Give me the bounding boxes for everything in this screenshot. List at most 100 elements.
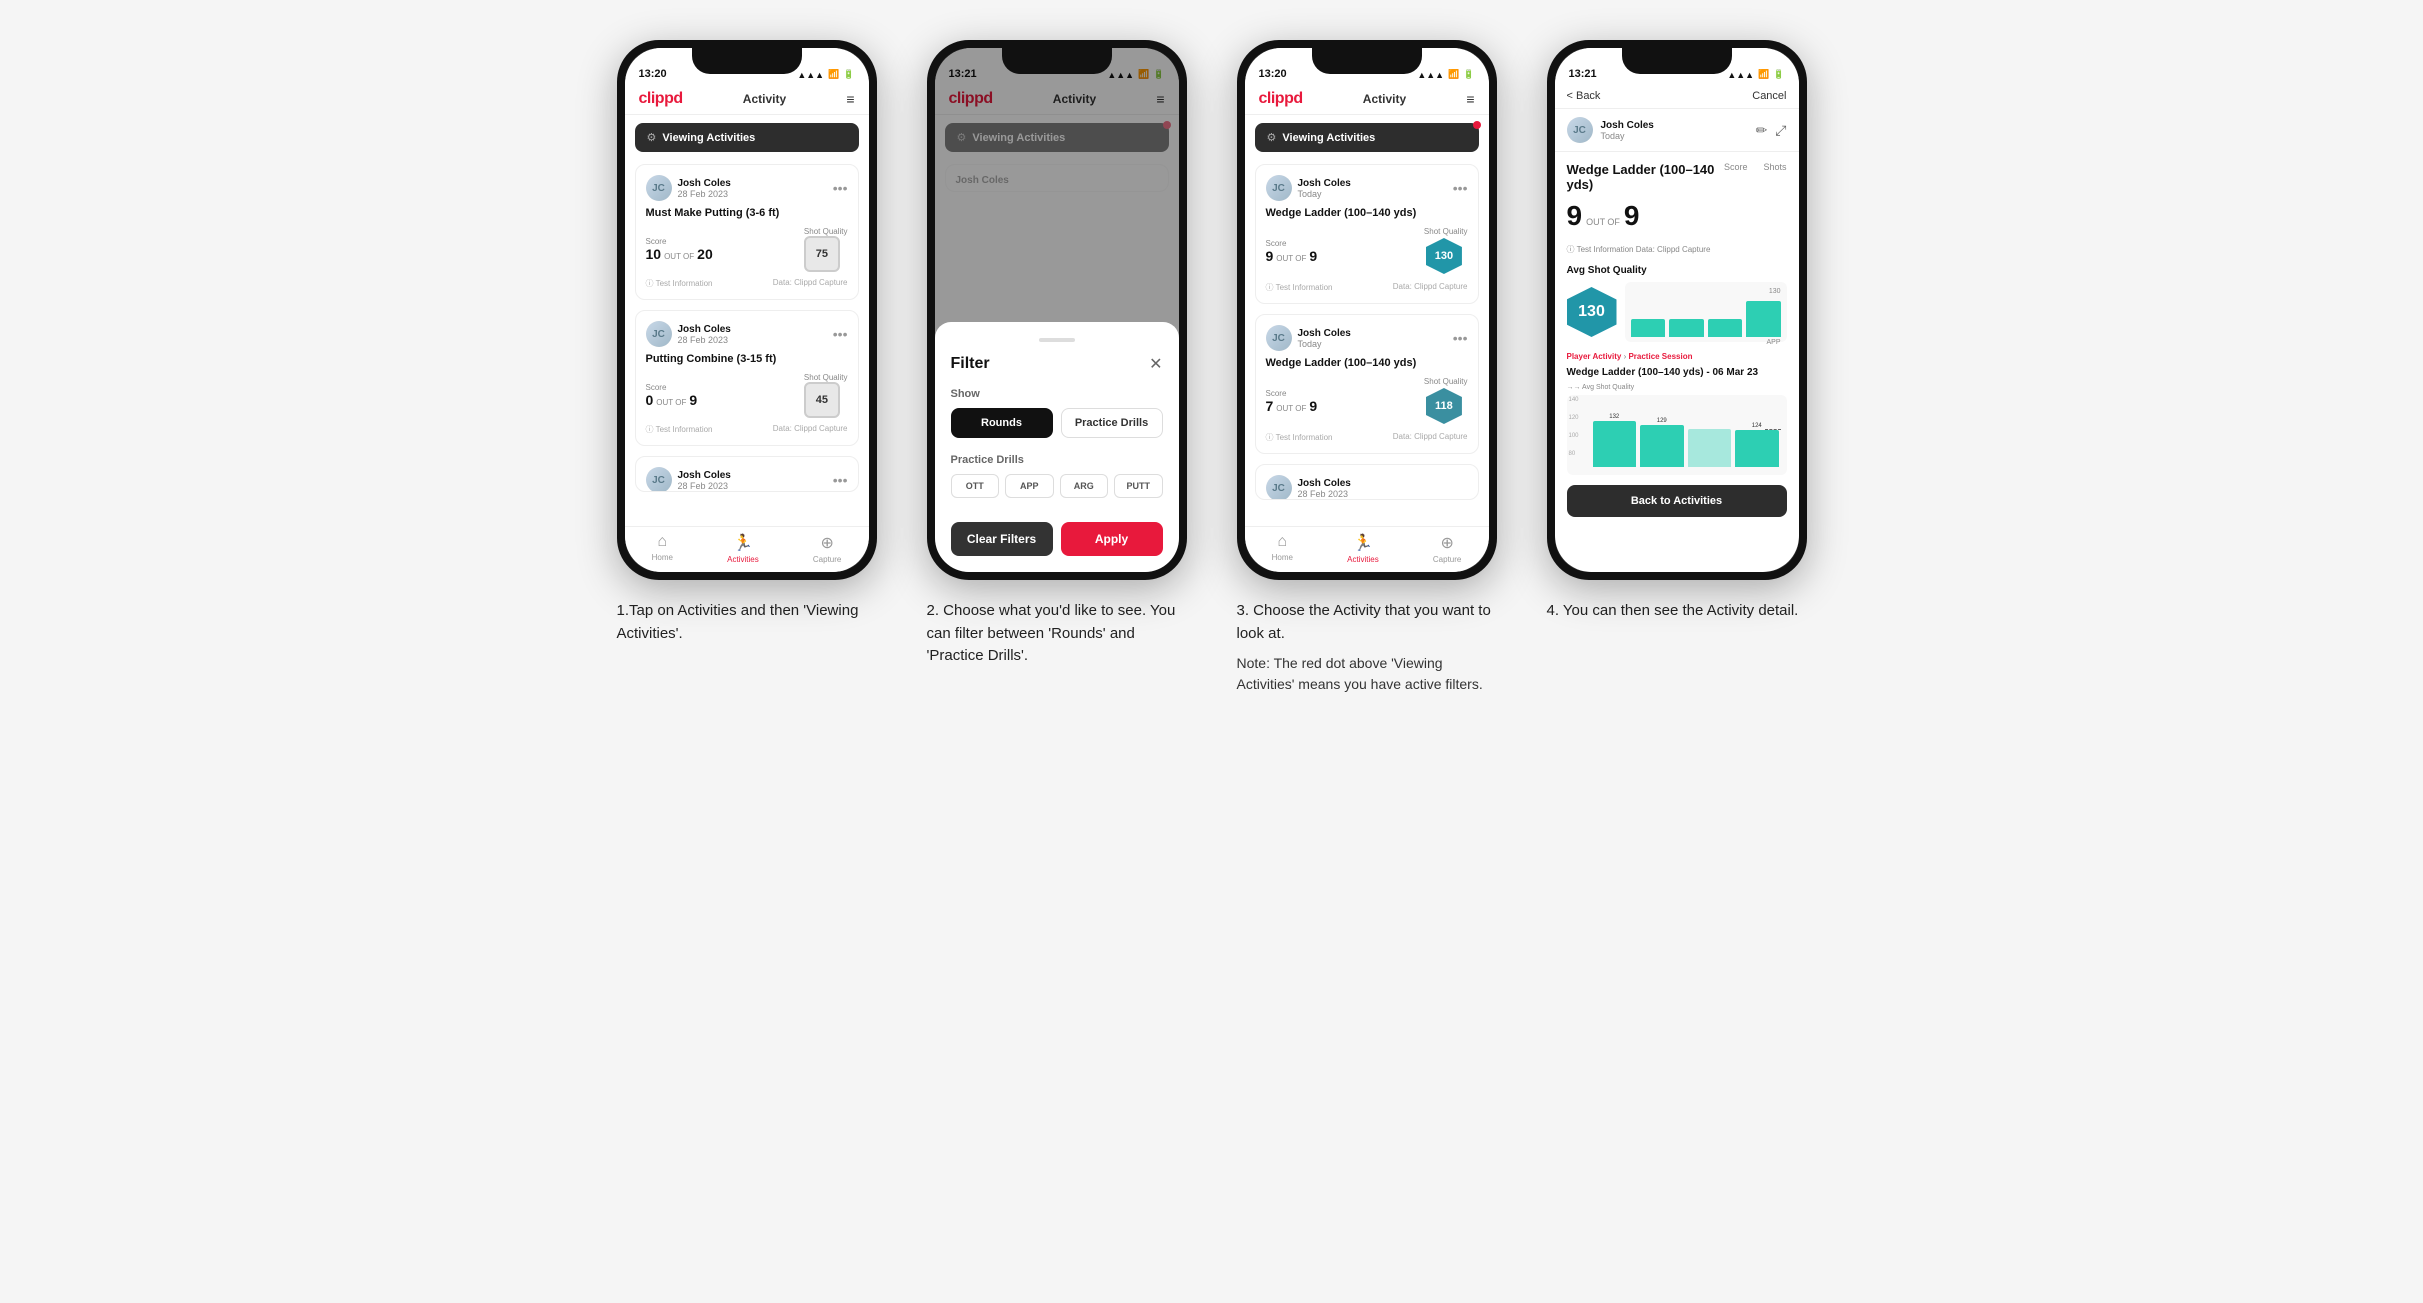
phone4-back-to-activities[interactable]: Back to Activities [1567, 485, 1787, 517]
phone4-detail-header: < Back Cancel [1555, 84, 1799, 109]
phone4-chart-bars [1631, 297, 1781, 337]
phone3-bottom-nav: ⌂ Home 🏃 Activities ⊕ Capture [1245, 526, 1489, 572]
phone1-card-1[interactable]: JC Josh Coles 28 Feb 2023 ••• Must Make … [635, 164, 859, 300]
phone2-drill-arg[interactable]: ARG [1060, 474, 1109, 498]
phone4-expand-icon[interactable]: ⤢ [1775, 122, 1786, 139]
phone4-screen: 13:21 ▲▲▲ 📶 🔋 < Back Cancel JC [1555, 48, 1799, 572]
phone1-card1-score-group: Score 10 OUT OF 20 [646, 237, 713, 262]
phone2-practice-drills-label: Practice Drills [951, 454, 1163, 466]
capture-icon: ⊕ [820, 533, 833, 553]
phone2-modal-sheet: Filter ✕ Show Rounds Practice Drills Pra… [935, 322, 1179, 572]
home-icon: ⌂ [657, 533, 667, 551]
phone1-nav-activities[interactable]: 🏃 Activities [727, 533, 759, 564]
phone1-header-title: Activity [743, 92, 786, 106]
phone1-bottom-nav: ⌂ Home 🏃 Activities ⊕ Capture [625, 526, 869, 572]
phone1-card1-userinfo: Josh Coles 28 Feb 2023 [678, 178, 731, 199]
phone2-apply-btn[interactable]: Apply [1061, 522, 1163, 556]
phone2-notch [1002, 48, 1112, 74]
phone4-mini-chart: 130 APP [1625, 282, 1787, 342]
phone2-rounds-btn[interactable]: Rounds [951, 408, 1053, 438]
phone3-menu-icon[interactable]: ≡ [1466, 91, 1474, 107]
phone2-clear-btn[interactable]: Clear Filters [951, 522, 1053, 556]
phone3-card-2[interactable]: JC Josh Coles Today ••• Wedge Ladder (10… [1255, 314, 1479, 454]
phone1-nav-capture-label: Capture [813, 555, 841, 564]
phone1-nav-capture[interactable]: ⊕ Capture [813, 533, 841, 564]
phone1-menu-icon[interactable]: ≡ [846, 91, 854, 107]
phone1-card1-avatar: JC [646, 175, 672, 201]
phone2-drills-btn[interactable]: Practice Drills [1061, 408, 1163, 438]
phone3-nav-activities[interactable]: 🏃 Activities [1347, 533, 1379, 564]
phone1-card2-quality-group: Shot Quality 45 [804, 373, 848, 418]
phone2: 13:21 ▲▲▲ 📶 🔋 clippd Activity ≡ ⚙ Viewin… [927, 40, 1187, 580]
phone1-caption: 1.Tap on Activities and then 'Viewing Ac… [617, 600, 877, 645]
phone3-card1-user: JC Josh Coles Today [1266, 175, 1351, 201]
phone2-drill-putt[interactable]: PUTT [1114, 474, 1163, 498]
activities-icon: 🏃 [733, 533, 753, 553]
phone2-modal-actions: Clear Filters Apply [951, 522, 1163, 556]
phone2-drill-app[interactable]: APP [1005, 474, 1054, 498]
phone4-detail-content: Wedge Ladder (100–140 yds) Score Shots [1555, 152, 1799, 572]
phone3-nav-home[interactable]: ⌂ Home [1272, 533, 1293, 564]
phone4-user-name: Josh Coles [1601, 120, 1654, 131]
phone1-card1-title: Must Make Putting (3-6 ft) [646, 207, 848, 219]
phone1-bar-text: Viewing Activities [662, 132, 755, 144]
phone1-card2-quality: 45 [804, 382, 840, 418]
phone4-time: 13:21 [1569, 68, 1597, 80]
phone1-card2-dots[interactable]: ••• [833, 326, 848, 342]
phone1: 13:20 ▲▲▲ 📶 🔋 clippd Activity ≡ ⚙ Viewin… [617, 40, 877, 580]
phone4-cancel-btn[interactable]: Cancel [1752, 90, 1786, 102]
phone1-card2-user: JC Josh Coles 28 Feb 2023 [646, 321, 731, 347]
phone3-container: 13:20 ▲▲▲ 📶 🔋 clippd Activity ≡ ⚙ Viewin… [1227, 40, 1507, 695]
phone3-card1-header: JC Josh Coles Today ••• [1266, 175, 1468, 201]
phone2-close-icon[interactable]: ✕ [1149, 354, 1162, 374]
phone3-time: 13:20 [1259, 68, 1287, 80]
phone1-card1-name: Josh Coles [678, 178, 731, 189]
phone1-card1-shots: 20 [697, 246, 713, 262]
phone3-scroll-area: JC Josh Coles Today ••• Wedge Ladder (10… [1245, 160, 1489, 526]
phone1-card3-userinfo: Josh Coles 28 Feb 2023 [678, 470, 731, 491]
phone4-user-date: Today [1601, 131, 1654, 141]
phone4-big-hex: 130 [1567, 287, 1617, 337]
phone1-card2-score-group: Score 0 OUT OF 9 [646, 383, 698, 408]
phone1-card1-quality-group: Shot Quality 75 [804, 227, 848, 272]
phone3-header-title: Activity [1363, 92, 1406, 106]
phone1-card-3[interactable]: JC Josh Coles 28 Feb 2023 ••• [635, 456, 859, 492]
phone4-avg-shot-content: 130 130 APP [1567, 282, 1787, 342]
phone3-card1-userinfo: Josh Coles Today [1298, 178, 1351, 199]
phone4-bar-chart: 140 120 100 80 132 129 [1567, 395, 1787, 475]
phone3-card-3[interactable]: JC Josh Coles 28 Feb 2023 [1255, 464, 1479, 500]
phone2-toggle-row: Rounds Practice Drills [951, 408, 1163, 438]
phone4-container: 13:21 ▲▲▲ 📶 🔋 < Back Cancel JC [1537, 40, 1817, 623]
phone4-back-btn[interactable]: < Back [1567, 90, 1601, 102]
phone3-viewing-activities-bar[interactable]: ⚙ Viewing Activities [1255, 123, 1479, 152]
phone2-show-label: Show [951, 388, 1163, 400]
phone1-viewing-activities-bar[interactable]: ⚙ Viewing Activities [635, 123, 859, 152]
phone1-card1-footer: ⓘ Test Information Data: Clippd Capture [646, 278, 848, 289]
phone3-red-dot [1473, 121, 1481, 129]
phone1-card2-title: Putting Combine (3-15 ft) [646, 353, 848, 365]
phone4-edit-icon[interactable]: ✏ [1756, 122, 1768, 139]
capture-icon-3: ⊕ [1440, 533, 1453, 553]
phone4-bar-chart-section: Wedge Ladder (100–140 yds) - 06 Mar 23 →… [1567, 367, 1787, 475]
phone1-card1-stats: Score 10 OUT OF 20 Shot Quality [646, 227, 848, 272]
phone4: 13:21 ▲▲▲ 📶 🔋 < Back Cancel JC [1547, 40, 1807, 580]
phone1-card3-user: JC Josh Coles 28 Feb 2023 [646, 467, 731, 492]
activities-icon-3: 🏃 [1353, 533, 1373, 553]
phone1-screen: 13:20 ▲▲▲ 📶 🔋 clippd Activity ≡ ⚙ Viewin… [625, 48, 869, 572]
phone1-logo: clippd [639, 90, 683, 108]
phone3-card1-avatar: JC [1266, 175, 1292, 201]
phone1-nav-home-label: Home [652, 553, 673, 562]
phone1-card2-name: Josh Coles [678, 324, 731, 335]
phone3-card-1[interactable]: JC Josh Coles Today ••• Wedge Ladder (10… [1255, 164, 1479, 304]
phone4-avg-shot-section: Avg Shot Quality 130 130 [1567, 265, 1787, 342]
phone3-card2-avatar: JC [1266, 325, 1292, 351]
phone3-nav-capture[interactable]: ⊕ Capture [1433, 533, 1461, 564]
phone4-activity-title: Wedge Ladder (100–140 yds) [1567, 162, 1724, 192]
phone1-time: 13:20 [639, 68, 667, 80]
phone2-drill-ott[interactable]: OTT [951, 474, 1000, 498]
phone1-card1-dots[interactable]: ••• [833, 180, 848, 196]
phone1-card-2[interactable]: JC Josh Coles 28 Feb 2023 ••• Putting Co… [635, 310, 859, 446]
phone3-app-header: clippd Activity ≡ [1245, 84, 1489, 115]
phone1-nav-home[interactable]: ⌂ Home [652, 533, 673, 564]
phone4-player-activity: Player Activity › Practice Session [1567, 352, 1787, 361]
